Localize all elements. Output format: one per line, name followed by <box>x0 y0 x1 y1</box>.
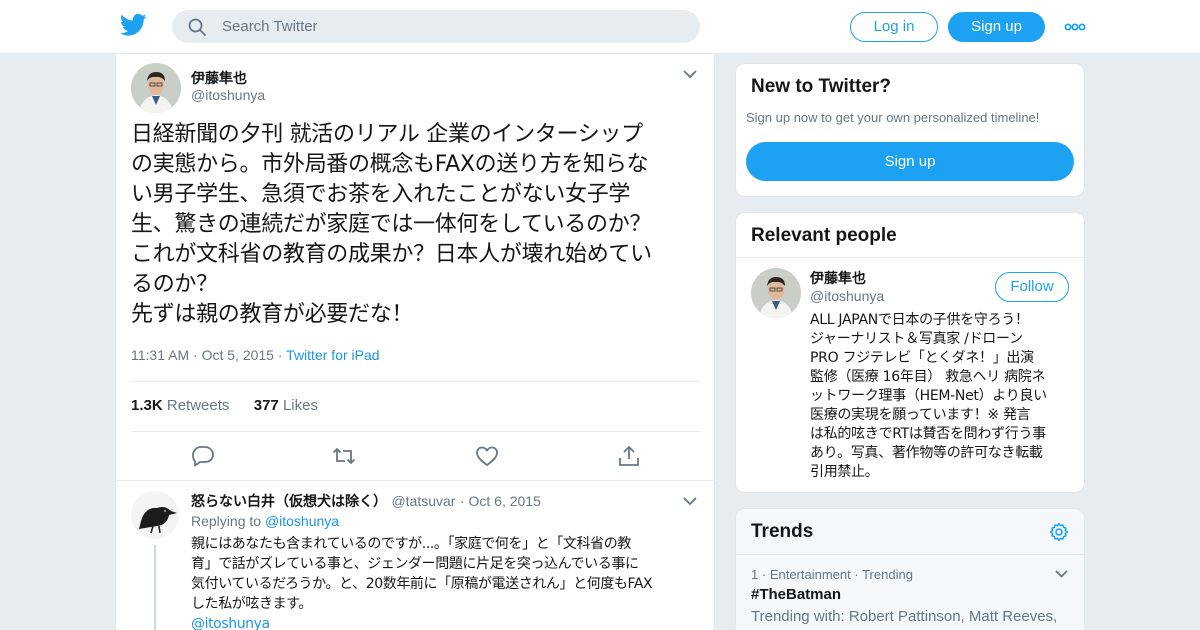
tweet-date[interactable]: Oct 5, 2015 <box>202 347 274 363</box>
reply-date[interactable]: Oct 6, 2015 <box>468 493 540 509</box>
bio-line: ットワーク理事（HEM-Net）より良い <box>810 388 1047 404</box>
new-to-twitter-card: New to Twitter? Sign up now to get your … <box>735 63 1085 197</box>
reply-text: 親にはあなたも含まれているのですが...。「家庭で何を」と「文科省の教 育」で話… <box>191 534 706 630</box>
search-icon <box>188 18 206 36</box>
tweet-text-line: 生、驚きの連続だが家庭では一体何をしているのか？ <box>131 212 652 237</box>
tweet-time[interactable]: 11:31 AM <box>131 347 189 363</box>
tweet-source-link[interactable]: Twitter for iPad <box>286 347 379 363</box>
trend-name[interactable]: #TheBatman <box>751 586 841 603</box>
retweets-label: Retweets <box>166 397 230 414</box>
card-title: Relevant people <box>751 225 897 246</box>
chevron-down-icon[interactable] <box>682 495 698 507</box>
tweet-author-name[interactable]: 伊藤隼也 <box>191 68 247 88</box>
separator-dot: · <box>277 347 287 363</box>
reply-text-line: 育」で話がズレている事と、ジェンダー問題に片足を突っ込んでいる事に <box>191 556 639 572</box>
card-title: Trends <box>751 521 814 542</box>
avatar[interactable] <box>131 63 181 113</box>
top-navigation-bar: Log in Sign up <box>0 0 1200 54</box>
follow-button[interactable]: Follow <box>995 272 1069 302</box>
avatar[interactable] <box>751 268 801 318</box>
replying-to-handle[interactable]: @itoshunya <box>265 513 339 529</box>
person-avatar-icon <box>131 63 181 113</box>
tweet-text: 日経新聞の夕刊 就活のリアル 企業のインターシップ の実態から。市外局番の概念も… <box>131 120 701 330</box>
card-subtitle: Sign up now to get your own personalized… <box>746 110 1040 125</box>
tweet-author-handle[interactable]: @itoshunya <box>191 87 265 103</box>
retweets-stat[interactable]: 1.3K Retweets <box>131 397 229 414</box>
chevron-down-icon[interactable] <box>682 68 698 80</box>
separator-dot: · <box>761 567 770 582</box>
replying-to: Replying to @itoshunya <box>191 513 339 529</box>
trend-meta: 1 · Entertainment · Trending <box>751 567 913 582</box>
likes-stat[interactable]: 377 Likes <box>254 397 318 414</box>
reply-author-name[interactable]: 怒らない白井（仮想犬は除く） <box>191 494 387 510</box>
bio-line: 監修（医療 16年目） 救急ヘリ 病院ネ <box>810 369 1046 385</box>
bio-line: は私的呟きでRTは賛否を問わず行う事 <box>810 426 1046 442</box>
divider <box>131 381 700 382</box>
reply-header: 怒らない白井（仮想犬は除く） @tatsuvar · Oct 6, 2015 <box>191 491 541 511</box>
divider <box>131 431 700 432</box>
separator-dot: · <box>854 567 863 582</box>
reply-text-line: した私が呟きます。 <box>191 596 312 612</box>
signup-button[interactable]: Sign up <box>948 12 1045 42</box>
divider <box>736 554 1084 555</box>
retweet-icon[interactable] <box>332 445 356 467</box>
card-title: New to Twitter? <box>751 76 892 97</box>
bio-line: 医療の実現を願っています！※ 発言 <box>810 407 1031 423</box>
tweet-text-line: るのか？ <box>131 272 218 297</box>
reply-author-handle[interactable]: @tatsuvar <box>391 493 455 509</box>
tweet-text-line: これが文科省の教育の成果か？日本人が壊れ始めてい <box>131 242 652 267</box>
reply-icon[interactable] <box>191 445 215 467</box>
trend-status: Trending <box>862 567 913 582</box>
bio-line: PRO フジテレビ「とくダネ！」出演 <box>810 350 1034 366</box>
trend-category: Entertainment <box>769 567 851 582</box>
relevant-person-handle[interactable]: @itoshunya <box>810 288 884 304</box>
bio-line: あり。写真、著作物等の許可なき転載 <box>810 445 1043 461</box>
relevant-person-name[interactable]: 伊藤隼也 <box>810 268 866 288</box>
tweet-column: 伊藤隼也 @itoshunya 日経新聞の夕刊 就活のリアル 企業のインターシッ… <box>115 54 715 630</box>
like-heart-icon[interactable] <box>475 445 499 467</box>
bio-line: ALL JAPANで日本の子供を守ろう！ <box>810 312 1029 328</box>
chevron-down-icon[interactable] <box>1054 568 1069 579</box>
gear-icon[interactable] <box>1049 522 1069 542</box>
likes-count: 377 <box>253 397 279 414</box>
likes-label: Likes <box>282 397 318 414</box>
more-dots-icon[interactable] <box>1064 17 1086 37</box>
bio-line: ジャーナリスト＆写真家 /ドローン <box>810 331 1023 347</box>
tweet-text-line: の実態から。市外局番の概念もFAXの送り方を知らな <box>131 152 649 177</box>
retweets-count: 1.3K <box>131 397 163 414</box>
crow-avatar-icon <box>131 491 179 539</box>
reply-mention-link[interactable]: @itoshunya <box>191 614 706 630</box>
trend-rank: 1 <box>751 567 759 582</box>
trend-related: Trending with: Robert Pattinson, Matt Re… <box>751 608 1058 630</box>
reply-text-line: 気付いているだろうか。と、20数年前に「原稿が電送されん」と何度もFAX <box>191 576 653 592</box>
separator-dot: · <box>193 347 202 363</box>
signup-cta-button[interactable]: Sign up <box>746 142 1074 181</box>
relevant-people-card: Relevant people 伊藤隼也 @itoshunya Follow A… <box>735 212 1085 493</box>
thread-line <box>154 545 156 630</box>
avatar[interactable] <box>131 491 179 539</box>
share-icon[interactable] <box>617 445 641 467</box>
login-button[interactable]: Log in <box>850 12 938 42</box>
tweet-stats: 1.3K Retweets 377 Likes <box>131 397 318 414</box>
replying-to-label: Replying to <box>191 513 262 529</box>
person-avatar-icon <box>751 268 801 318</box>
search-box[interactable] <box>172 10 700 43</box>
tweet-text-line: 日経新聞の夕刊 就活のリアル 企業のインターシップ <box>131 122 643 147</box>
reply-text-line: 親にはあなたも含まれているのですが...。「家庭で何を」と「文科省の教 <box>191 536 631 552</box>
bio-line: 引用禁止。 <box>810 464 879 480</box>
trends-card: Trends 1 · Entertainment · Trending #The… <box>735 508 1085 630</box>
divider <box>736 257 1084 258</box>
reply-tweet[interactable]: 怒らない白井（仮想犬は除く） @tatsuvar · Oct 6, 2015 R… <box>116 480 714 630</box>
twitter-bird-icon[interactable] <box>120 13 147 37</box>
tweet-text-line: 先ずは親の教育が必要だな！ <box>131 302 414 327</box>
relevant-person-bio: ALL JAPANで日本の子供を守ろう！ ジャーナリスト＆写真家 /ドローン P… <box>810 311 1075 482</box>
tweet-metadata: 11:31 AM · Oct 5, 2015 · Twitter for iPa… <box>131 347 380 363</box>
tweet-text-line: い男子学生、急須でお茶を入れたことがない女子学 <box>131 182 631 207</box>
search-input[interactable] <box>222 10 682 43</box>
